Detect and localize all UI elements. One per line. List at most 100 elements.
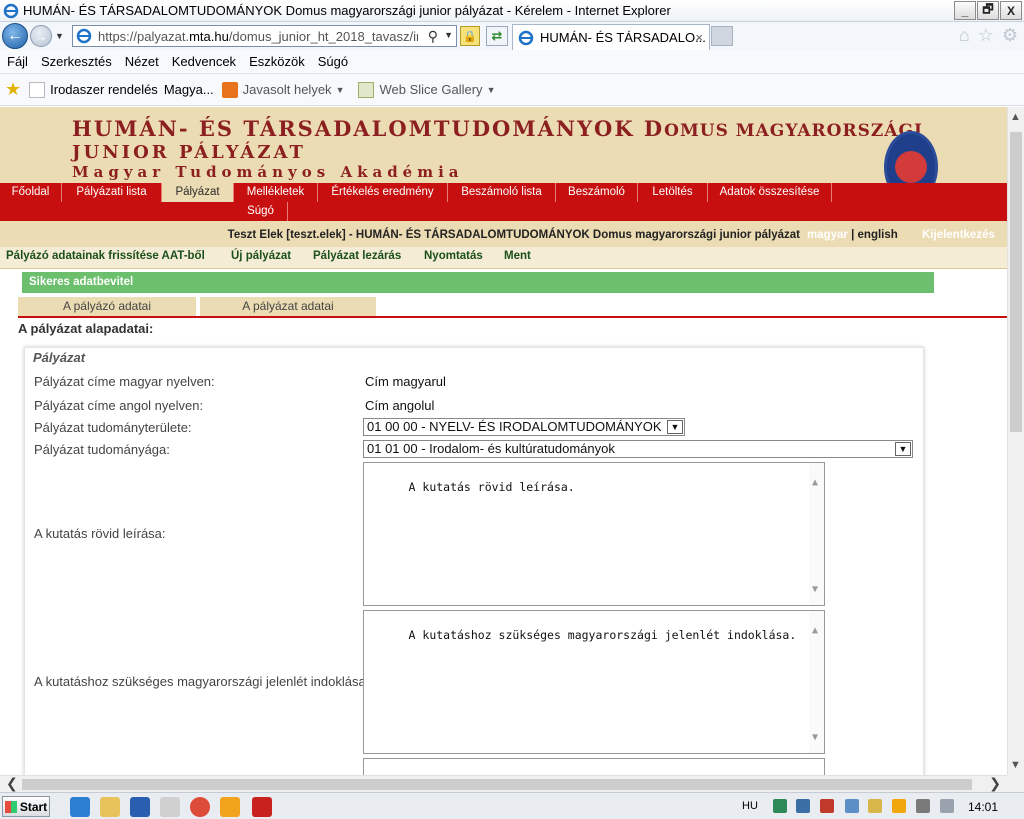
success-banner: Sikeres adatbevitel [22,272,934,293]
tab-close-icon[interactable]: × [695,30,703,45]
nav-data-summary[interactable]: Adatok összesítése [708,183,832,202]
network-tray-icon[interactable] [796,799,810,813]
new-tab-button[interactable] [711,26,733,46]
monitor-tray-icon[interactable] [845,799,859,813]
textarea-scrollbar[interactable]: ▲ ▼ [809,463,824,605]
main-nav: Főoldal Pályázati lista Pályázat Mellékl… [0,183,1007,221]
nav-download[interactable]: Letöltés [638,183,708,202]
nav-attachments[interactable]: Mellékletek [234,183,318,202]
restore-button[interactable]: 🗗 [977,1,999,20]
menu-file[interactable]: Fájl [7,54,28,69]
scroll-up-icon[interactable]: ▲ [812,477,818,488]
home-icon[interactable]: ⌂ [959,25,970,46]
scroll-up-icon[interactable]: ▲ [812,625,818,636]
app-taskbar-icon[interactable] [220,797,240,817]
vertical-scrollbar[interactable]: ▲ ▼ [1007,107,1024,775]
menu-edit[interactable]: Szerkesztés [41,54,112,69]
gear-icon[interactable]: ⚙ [1002,25,1018,46]
site-header: HUMÁN- ÉS TÁRSADALOMTUDOMÁNYOK DOMUS MAG… [0,107,1007,183]
scroll-right-icon[interactable]: ❯ [989,775,1001,792]
description-textarea[interactable]: A kutatás rövid leírása. ▲ ▼ [363,462,825,606]
start-button[interactable]: Start [2,796,50,817]
device-tray-icon[interactable] [916,799,930,813]
speaker-tray-icon[interactable] [940,799,954,813]
back-button[interactable]: ← [2,23,28,49]
address-dropdown-icon[interactable]: ▼ [444,30,453,40]
forward-button[interactable]: → [30,25,52,47]
nav-help[interactable]: Súgó [234,202,288,221]
science-field-select[interactable]: 01 01 00 - Irodalom- és kultúratudományo… [363,440,913,458]
search-icon[interactable]: ⚲ [428,28,438,45]
scroll-up-icon[interactable]: ▲ [1010,111,1021,123]
menu-favorites[interactable]: Kedvencek [172,54,236,69]
favorites-star-icon[interactable]: ★ [5,79,21,100]
lang-english[interactable]: english [858,229,898,241]
nav-report-list[interactable]: Beszámoló lista [448,183,556,202]
close-button[interactable]: X [1000,1,1022,20]
nav-report[interactable]: Beszámoló [556,183,638,202]
tab-label: HUMÁN- ÉS TÁRSADALO... [540,30,706,45]
scroll-left-icon[interactable]: ❮ [6,775,18,792]
close-application-link[interactable]: Pályázat lezárás [313,250,401,262]
scroll-down-icon[interactable]: ▼ [812,584,818,595]
page-viewport: HUMÁN- ÉS TÁRSADALOMTUDOMÁNYOK DOMUS MAG… [0,107,1007,775]
scrollbar-thumb[interactable] [1010,132,1022,432]
scroll-down-icon[interactable]: ▼ [812,732,818,743]
chevron-down-icon: ▼ [667,420,683,434]
favorite-web-slice[interactable]: Web Slice Gallery ▼ [358,81,495,98]
tab-applicant-data[interactable]: A pályázó adatai [18,297,196,316]
menu-help[interactable]: Súgó [318,54,348,69]
form-legend: Pályázat [33,350,86,365]
address-bar[interactable]: https://palyazat.mta.hu/domus_junior_ht_… [72,25,457,47]
description-label: A kutatás rövid leírása: [34,526,166,541]
volume-tray-icon[interactable] [820,799,834,813]
scroll-down-icon[interactable]: ▼ [1010,759,1021,771]
ie-taskbar-icon[interactable] [70,797,90,817]
print-link[interactable]: Nyomtatás [424,250,483,262]
menu-tools[interactable]: Eszközök [249,54,305,69]
menu-view[interactable]: Nézet [125,54,159,69]
mail-tray-icon[interactable] [868,799,882,813]
favorite-irodaszer[interactable]: Irodaszer rendelés [29,81,158,98]
lang-hungarian[interactable]: magyar [807,229,848,241]
favorites-star-icon[interactable]: ☆ [978,25,994,46]
presence-justification-textarea[interactable]: A kutatáshoz szükséges magyarországi jel… [363,610,825,754]
textarea-scrollbar[interactable]: ▲ ▼ [809,611,824,753]
chevron-down-icon: ▼ [895,442,911,456]
logout-link[interactable]: Kijelentkezés [922,229,995,241]
history-dropdown-icon[interactable]: ▼ [55,31,64,41]
folder-taskbar-icon[interactable] [100,797,120,817]
site-title-line2: JUNIOR PÁLYÁZAT [72,142,306,163]
nav-application-list[interactable]: Pályázati lista [62,183,162,202]
taskbar: Start HU 14:01 [0,792,1024,819]
nav-home[interactable]: Főoldal [0,183,62,202]
nav-application[interactable]: Pályázat [162,183,234,202]
browser-tab[interactable]: HUMÁN- ÉS TÁRSADALO... × [512,24,710,50]
snipping-tool-taskbar-icon[interactable] [160,797,180,817]
next-textarea[interactable] [363,758,825,775]
chrome-taskbar-icon[interactable] [190,797,210,817]
favorite-suggested-sites[interactable]: Javasolt helyek ▼ [221,81,344,98]
refresh-applicant-data-link[interactable]: Pályázó adatainak frissítése AAT-ből [6,250,205,262]
minimize-button[interactable]: _ [954,1,976,20]
security-tray-icon[interactable] [773,799,787,813]
science-area-select[interactable]: 01 00 00 - NYELV- ÉS IRODALOMTUDOMÁNYOK … [363,418,685,436]
horizontal-scrollbar[interactable]: ❮ ❯ [0,775,1007,792]
favorite-magya[interactable]: Magya... [164,82,214,97]
keyboard-language[interactable]: HU [742,800,758,812]
science-field-label: Pályázat tudományága: [34,442,170,457]
clock[interactable]: 14:01 [968,800,998,814]
refresh-button[interactable]: ⇄ [486,26,508,46]
nav-evaluation-result[interactable]: Értékelés eredmény [318,183,448,202]
word-taskbar-icon[interactable] [130,797,150,817]
scrollbar-thumb[interactable] [22,779,972,790]
user-infobar: Teszt Elek [teszt.elek] - HUMÁN- ÉS TÁRS… [0,221,1007,247]
address-url[interactable]: https://palyazat.mta.hu/domus_junior_ht_… [98,29,418,44]
save-link[interactable]: Ment [504,250,531,262]
tab-application-data[interactable]: A pályázat adatai [200,297,376,316]
new-application-link[interactable]: Új pályázat [231,250,291,262]
update-tray-icon[interactable] [892,799,906,813]
refresh-icon: ⇄ [491,28,503,43]
lock-icon[interactable]: 🔒 [460,26,480,46]
pdf-taskbar-icon[interactable] [252,797,272,817]
